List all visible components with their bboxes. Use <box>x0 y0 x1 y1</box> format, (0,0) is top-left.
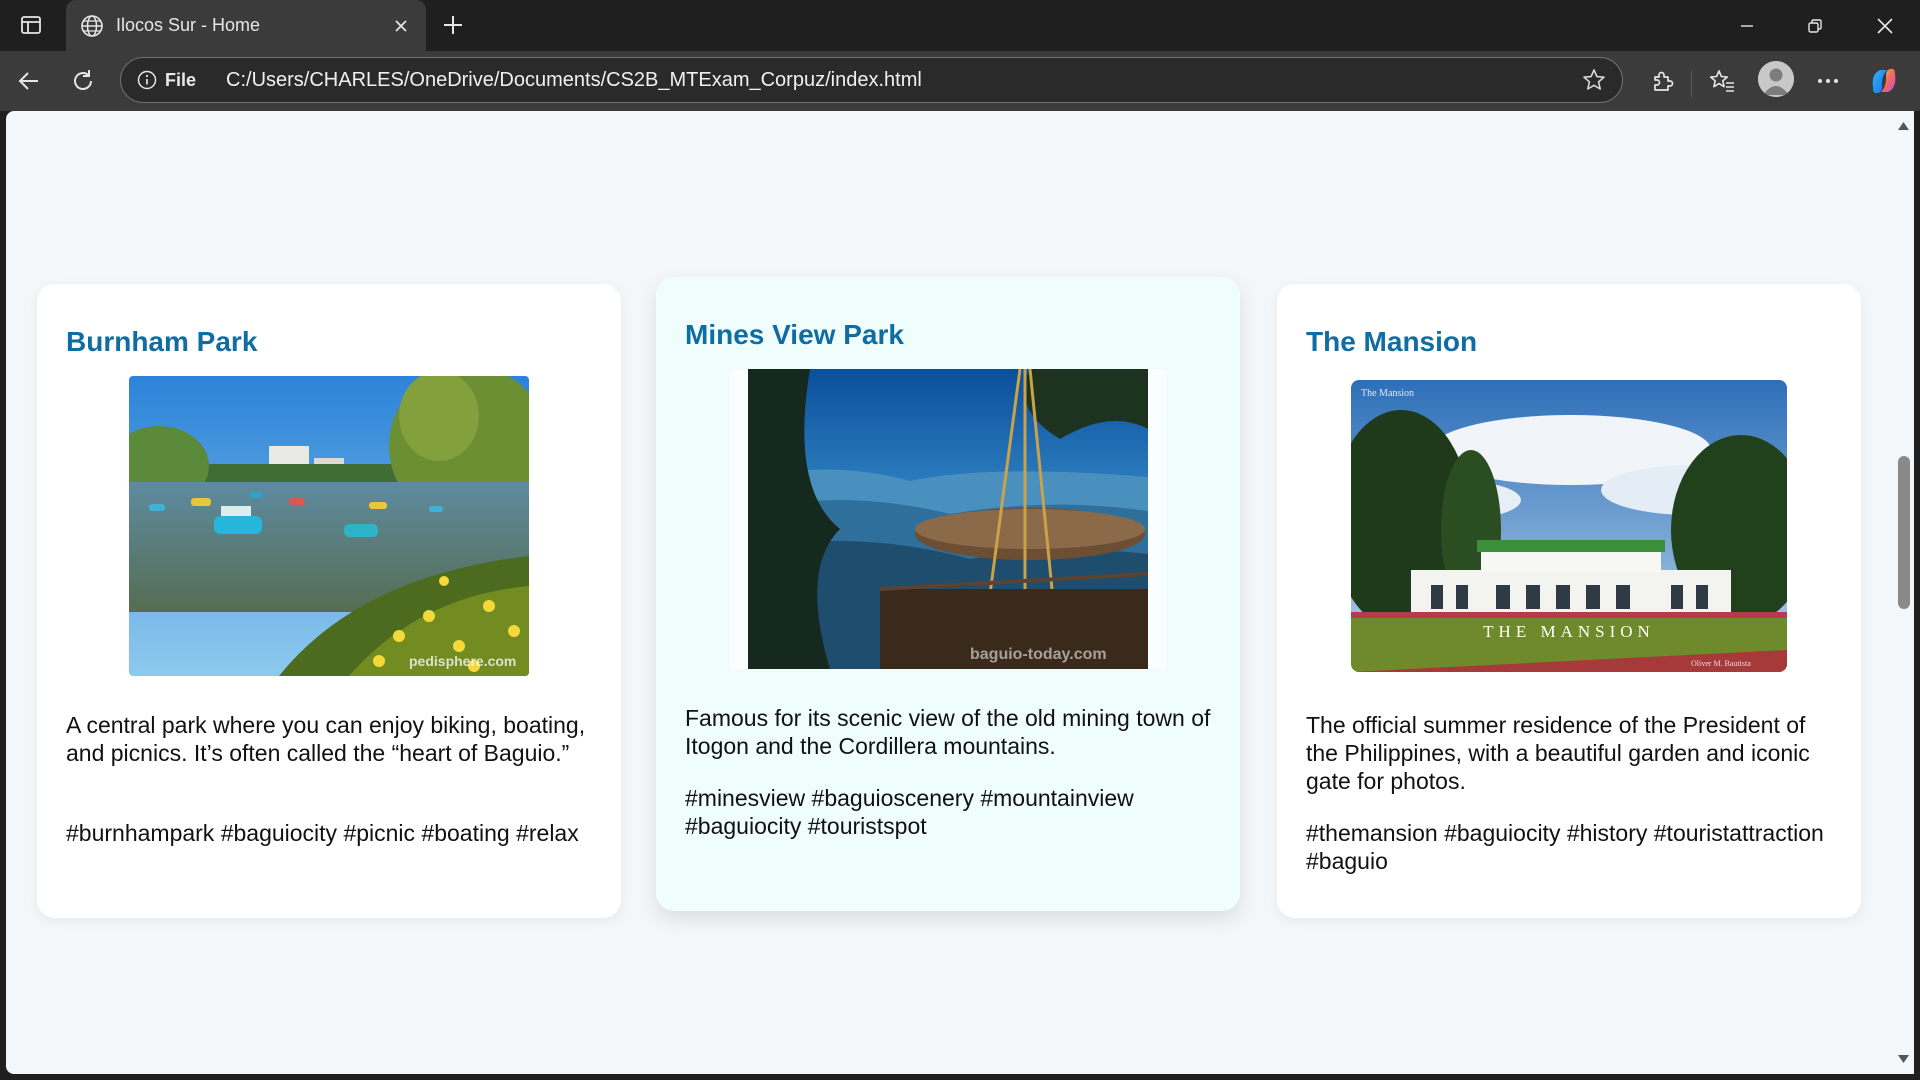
image-caption: THE MANSION <box>1483 622 1655 641</box>
tab-strip: Ilocos Sur - Home <box>0 0 1920 51</box>
address-scheme-label: File <box>165 69 197 90</box>
tab-title: Ilocos Sur - Home <box>116 15 261 35</box>
image-watermark: Oliver M. Bautista <box>1691 659 1751 668</box>
toolbar-separator <box>1691 71 1692 97</box>
browser-toolbar: File C:/Users/CHARLES/OneDrive/Documents… <box>0 51 1920 111</box>
extensions-icon[interactable] <box>1642 61 1682 101</box>
restore-icon[interactable] <box>1786 0 1844 51</box>
image-corner-text: The Mansion <box>1361 388 1414 399</box>
profile-avatar[interactable] <box>1758 61 1794 97</box>
favorites-icon[interactable] <box>1702 61 1742 101</box>
info-icon[interactable] <box>135 68 159 92</box>
copilot-icon[interactable] <box>1864 61 1904 101</box>
the-mansion-image: THE MANSION The Mansion Oliver M. Bautis… <box>1351 380 1787 672</box>
burnham-park-image: pedisphere.com <box>129 376 529 676</box>
card-title: Mines View Park <box>685 319 904 350</box>
new-tab-icon[interactable] <box>436 8 470 42</box>
address-bar[interactable]: File C:/Users/CHARLES/OneDrive/Documents… <box>120 57 1623 103</box>
favorite-star-icon[interactable] <box>1574 60 1614 100</box>
vertical-scrollbar[interactable] <box>1893 111 1914 1074</box>
card-description: Famous for its scenic view of the old mi… <box>685 705 1211 759</box>
tab-actions-icon[interactable] <box>10 8 52 42</box>
back-icon[interactable] <box>9 61 49 101</box>
attractions-section: Burnham Park pedisphere.com A central pa… <box>6 111 1893 1074</box>
card-the-mansion: The Mansion THE MANSION The Mansion Oliv… <box>1277 284 1861 918</box>
card-title: The Mansion <box>1306 326 1478 357</box>
card-description: A central park where you can enjoy bikin… <box>66 712 586 766</box>
image-watermark: pedisphere.com <box>409 653 516 669</box>
card-tags: #themansion #baguiocity #history #touris… <box>1306 820 1824 874</box>
mines-view-park-image: baguio-today.com <box>730 369 1166 669</box>
more-options-icon[interactable] <box>1808 61 1848 101</box>
scroll-down-arrow-icon[interactable] <box>1897 1053 1910 1065</box>
window-close-icon[interactable] <box>1856 0 1914 51</box>
minimize-icon[interactable] <box>1718 0 1776 51</box>
globe-icon <box>78 12 106 40</box>
page-viewport: Burnham Park pedisphere.com A central pa… <box>6 111 1893 1074</box>
card-burnham-park: Burnham Park pedisphere.com A central pa… <box>37 284 621 918</box>
card-title: Burnham Park <box>66 326 258 357</box>
card-description: The official summer residence of the Pre… <box>1306 712 1810 794</box>
image-watermark: baguio-today.com <box>970 646 1107 663</box>
browser-tab[interactable]: Ilocos Sur - Home <box>66 0 426 51</box>
scroll-up-arrow-icon[interactable] <box>1897 120 1910 132</box>
refresh-icon[interactable] <box>63 61 103 101</box>
card-mines-view-park: Mines View Park baguio-today.com Famous … <box>656 277 1240 911</box>
close-icon[interactable] <box>384 9 418 43</box>
scroll-thumb[interactable] <box>1898 456 1910 609</box>
card-tags: #minesview #baguioscenery #mountainview … <box>685 785 1134 839</box>
card-tags: #burnhampark #baguiocity #picnic #boatin… <box>66 820 579 846</box>
url-text[interactable]: C:/Users/CHARLES/OneDrive/Documents/CS2B… <box>226 69 1574 92</box>
